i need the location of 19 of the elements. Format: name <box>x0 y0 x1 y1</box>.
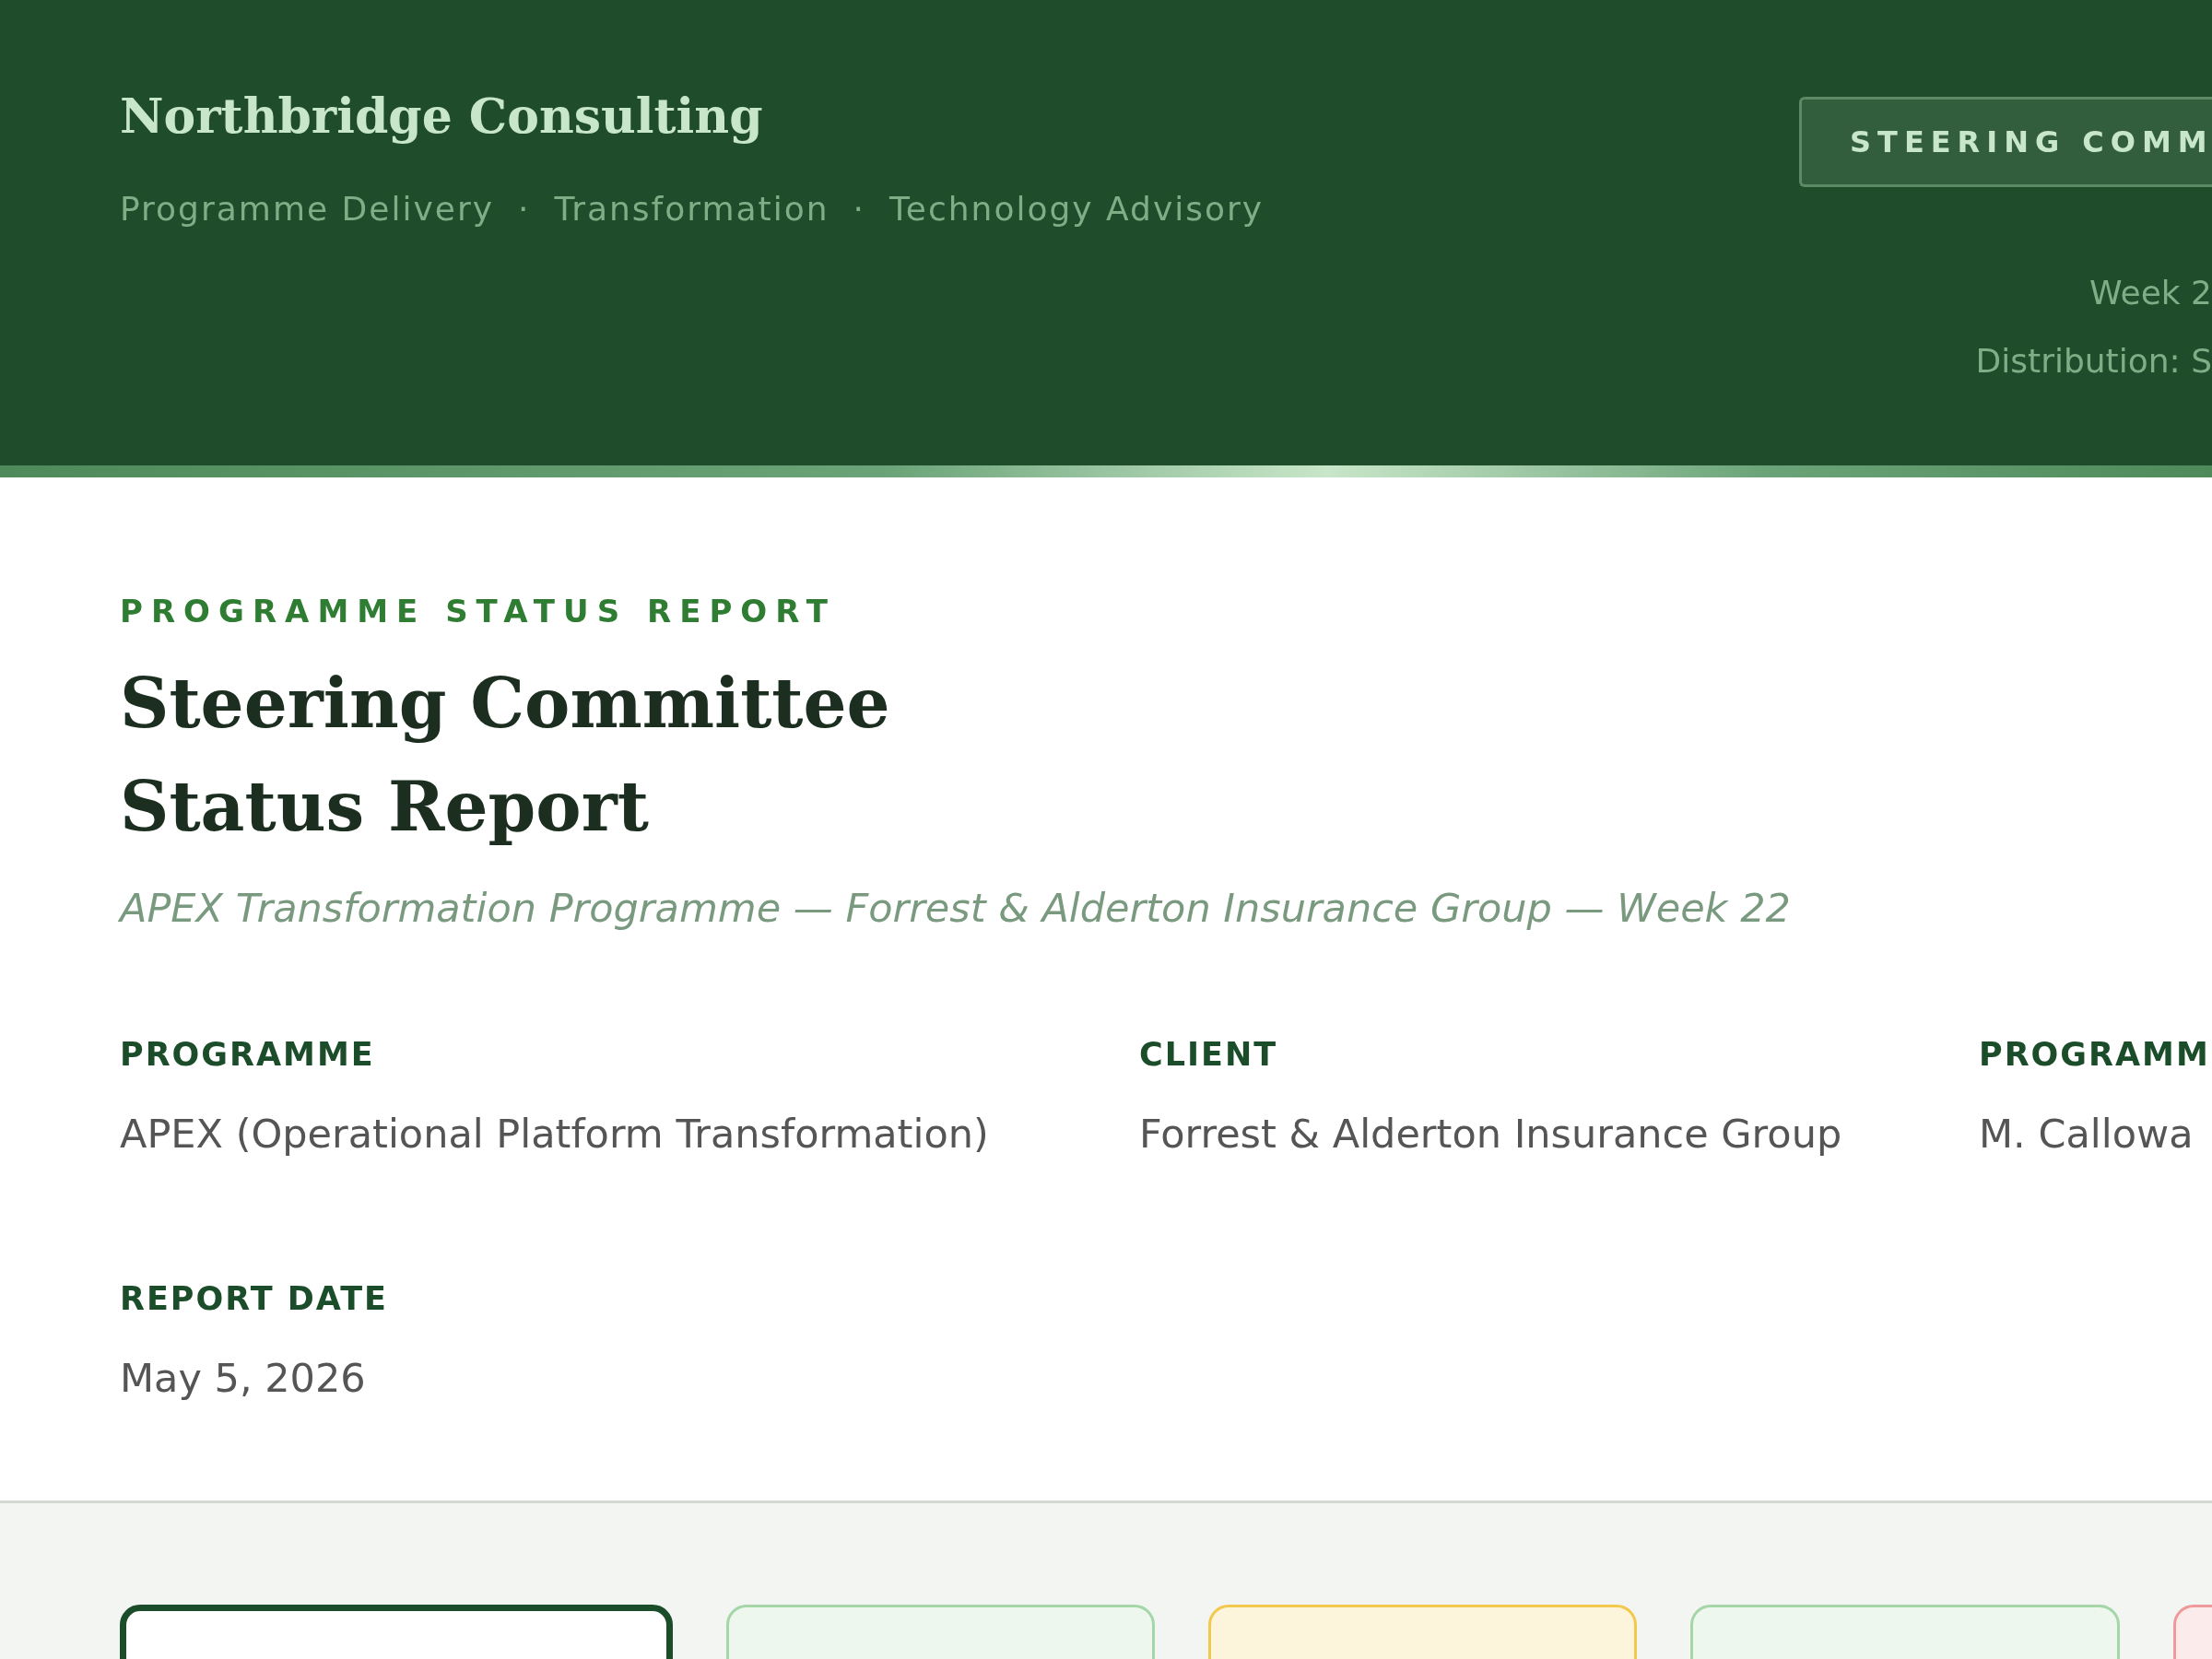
report-subtitle: APEX Transformation Programme — Forrest & Alderton Insurance Group — Week 22 <box>120 884 1792 933</box>
field-label: PROGRAMM <box>1979 1034 2211 1075</box>
field-label: PROGRAMME <box>120 1034 376 1075</box>
service-label: Technology Advisory <box>889 189 1265 229</box>
field-label: REPORT DATE <box>120 1278 389 1319</box>
field-label: CLIENT <box>1139 1034 1279 1075</box>
field-value: May 5, 2026 <box>120 1354 367 1403</box>
week-label: Week 2 <box>2088 273 2212 313</box>
separator-dot: · <box>518 189 531 229</box>
report-category: PROGRAMME STATUS REPORT <box>120 592 838 631</box>
separator-dot: · <box>853 189 865 229</box>
report-title: Steering Committee Status Report <box>120 663 891 848</box>
field-value: Forrest & Alderton Insurance Group <box>1139 1110 1843 1159</box>
report-tag[interactable]: STEERING COMM <box>1799 97 2212 187</box>
service-label: Transformation <box>554 189 830 229</box>
service-label: Programme Delivery <box>120 189 494 229</box>
field-value: APEX (Operational Platform Transformation) <box>120 1110 990 1159</box>
distribution-label: Distribution: S <box>1974 341 2212 382</box>
field-value: M. Callowa <box>1979 1110 2194 1159</box>
